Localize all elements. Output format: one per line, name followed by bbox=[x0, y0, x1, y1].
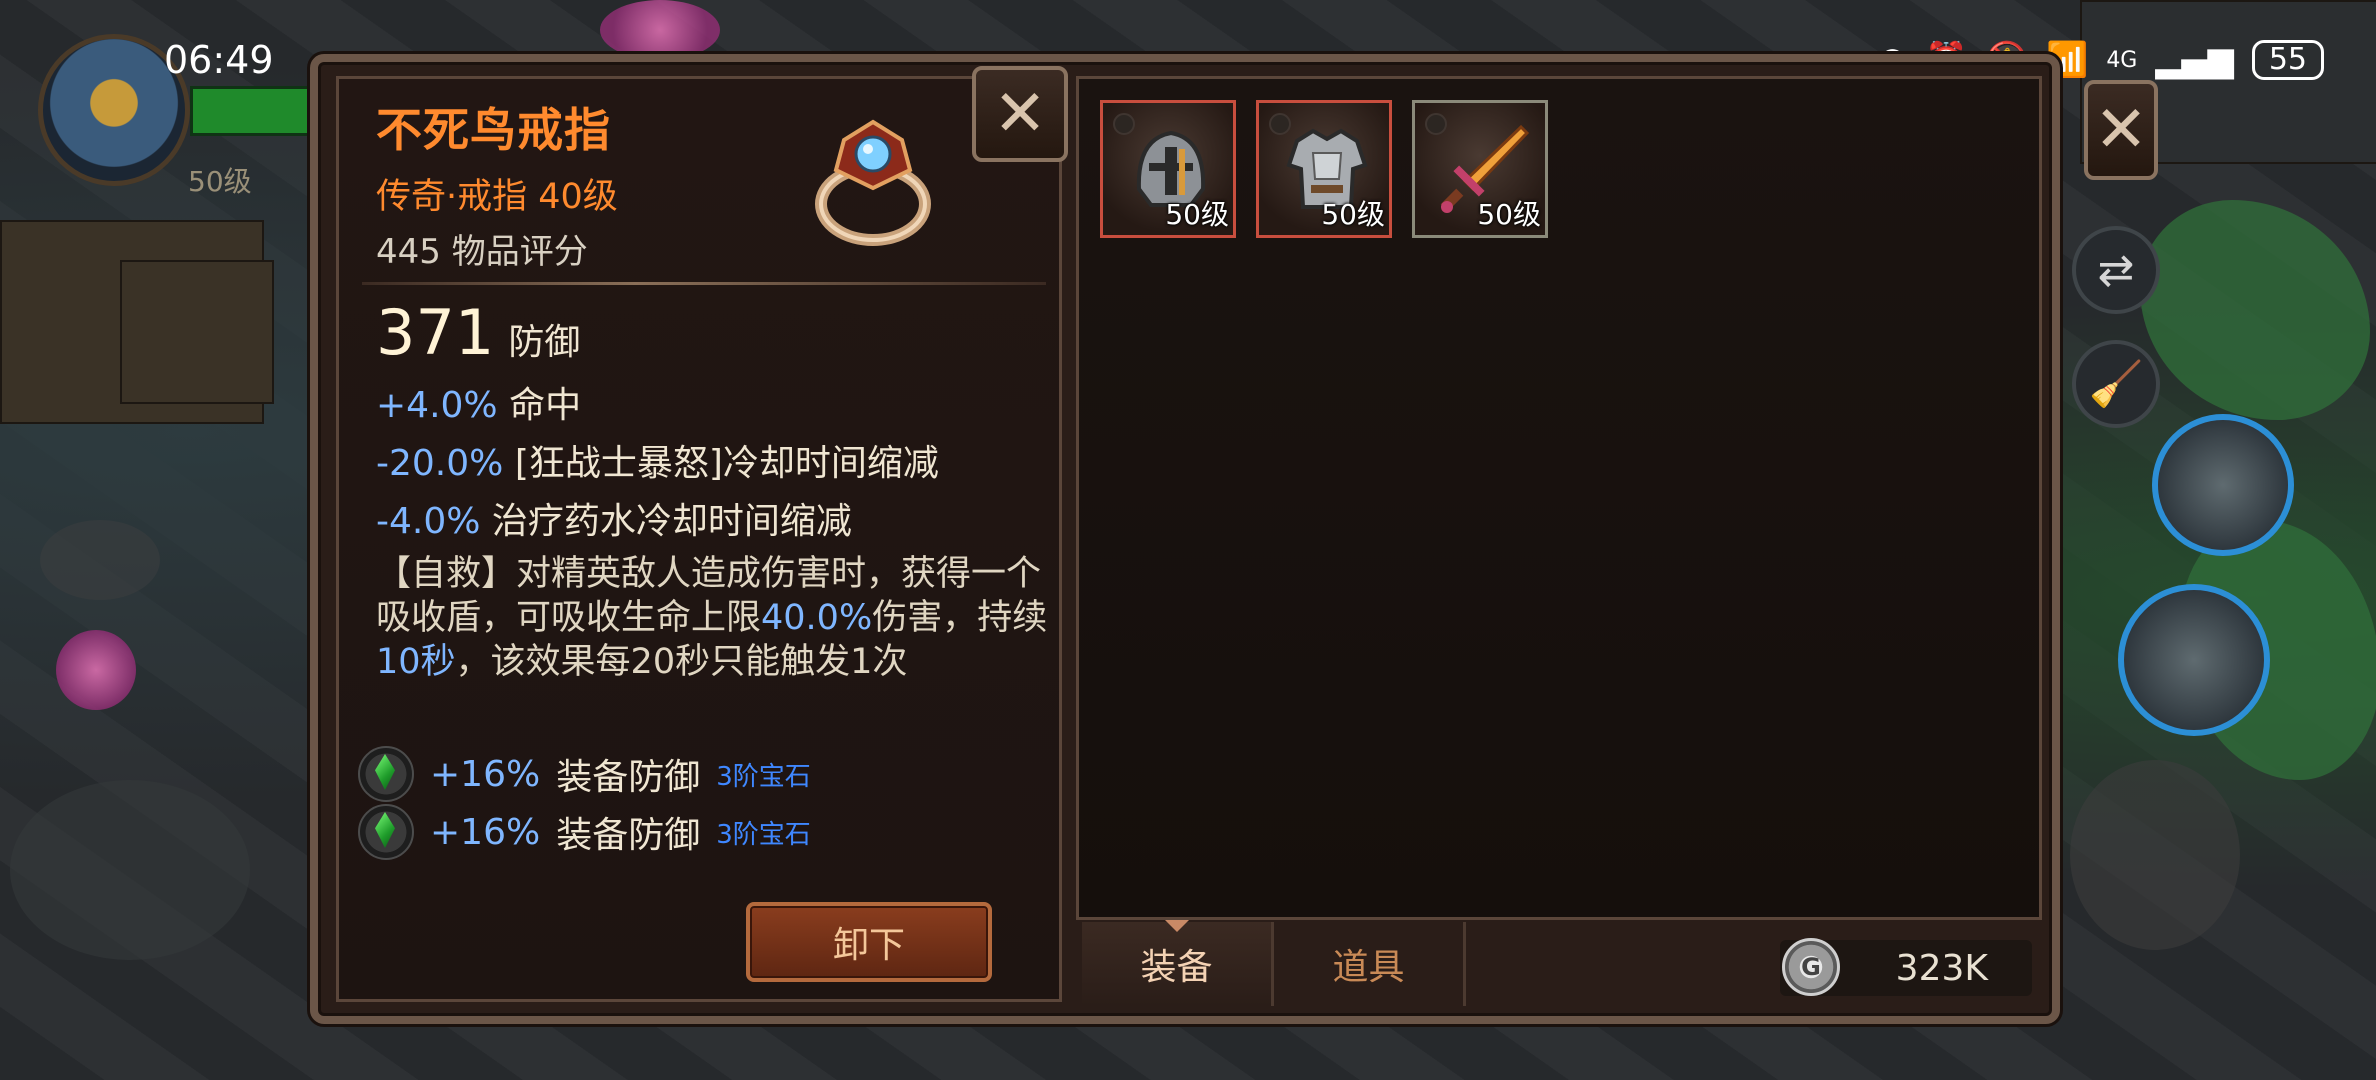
bg-stone bbox=[2070, 760, 2240, 950]
unequip-button[interactable]: 卸下 bbox=[746, 902, 992, 982]
stat-line: -20.0% [狂战士暴怒]冷却时间缩减 bbox=[376, 434, 939, 486]
inventory-slot-helmet[interactable]: 50级 bbox=[1100, 100, 1236, 238]
item-special-effect: 【自救】对精英敌人造成伤害时，获得一个吸收盾，可吸收生命上限40.0%伤害，持续… bbox=[376, 552, 1056, 684]
main-stat: 371 防御 bbox=[376, 296, 580, 369]
battery-indicator: 55 bbox=[2251, 40, 2324, 80]
main-stat-label: 防御 bbox=[508, 322, 581, 363]
tab-items[interactable]: 道具 bbox=[1274, 922, 1466, 1006]
stat-text: [狂战士暴怒]冷却时间缩减 bbox=[514, 443, 939, 484]
gem-icon bbox=[358, 804, 414, 860]
gem-socket-row: +16% 装备防御 3阶宝石 bbox=[358, 804, 811, 860]
stat-value: -20.0% bbox=[376, 443, 504, 484]
sort-button[interactable]: 🧹 bbox=[2072, 340, 2160, 428]
swap-button[interactable]: ⇄ bbox=[2072, 226, 2160, 314]
inventory-slot-armor[interactable]: 50级 bbox=[1256, 100, 1392, 238]
hud-close-button[interactable]: ✕ bbox=[2084, 80, 2158, 180]
stat-line: +4.0% 命中 bbox=[376, 376, 581, 428]
item-name: 不死鸟戒指 bbox=[376, 103, 611, 157]
ring-icon bbox=[815, 119, 931, 246]
bg-stone bbox=[10, 780, 250, 960]
effect-highlight: 10秒 bbox=[376, 642, 456, 682]
broom-icon: 🧹 bbox=[2088, 359, 2144, 410]
item-score: 445 物品评分 bbox=[376, 232, 588, 272]
gem-socket-row: +16% 装备防御 3阶宝石 bbox=[358, 746, 811, 802]
close-icon: ✕ bbox=[993, 77, 1047, 151]
slot-level: 50级 bbox=[1165, 198, 1229, 231]
stat-value: -4.0% bbox=[376, 501, 481, 542]
stat-text: 治疗药水冷却时间缩减 bbox=[491, 501, 852, 542]
stat-value: +4.0% bbox=[376, 385, 498, 426]
player-health-bar bbox=[190, 86, 326, 136]
slot-level: 50级 bbox=[1477, 198, 1541, 231]
gem-value: +16% bbox=[430, 811, 541, 853]
effect-text: ，该效果每20秒只能触发1次 bbox=[455, 642, 908, 682]
effect-text: 伤害，持续 bbox=[872, 598, 1048, 638]
bg-crystal bbox=[600, 0, 720, 60]
swap-icon: ⇄ bbox=[2097, 244, 2135, 296]
inventory-tabs: 装备 道具 bbox=[1082, 920, 1466, 1006]
silver-coin-icon: G bbox=[1782, 938, 1840, 996]
gem-tier: 3阶宝石 bbox=[716, 819, 811, 850]
status-time: 06:49 bbox=[164, 38, 274, 82]
stat-text: 命中 bbox=[509, 385, 582, 426]
main-stat-value: 371 bbox=[376, 296, 495, 369]
gem-tier: 3阶宝石 bbox=[716, 761, 811, 792]
bg-stone bbox=[40, 520, 160, 600]
bg-plant bbox=[2140, 200, 2370, 420]
gem-icon bbox=[358, 746, 414, 802]
inventory-slot-sword[interactable]: 50级 bbox=[1412, 100, 1548, 238]
close-icon: ✕ bbox=[2094, 93, 2148, 167]
item-rarity-type: 传奇·戒指 40级 bbox=[376, 177, 618, 217]
gem-text: 装备防御 bbox=[556, 815, 701, 856]
gem-value: +16% bbox=[430, 753, 541, 795]
detail-divider bbox=[362, 282, 1046, 285]
bg-crystal bbox=[56, 630, 136, 710]
slot-level: 50级 bbox=[1321, 198, 1385, 231]
bg-crate bbox=[120, 260, 274, 404]
gem-text: 装备防御 bbox=[556, 757, 701, 798]
effect-highlight: 40.0% bbox=[761, 598, 873, 638]
signal-label: 4G bbox=[2106, 47, 2138, 73]
stat-line: -4.0% 治疗药水冷却时间缩减 bbox=[376, 492, 852, 544]
tab-equipment[interactable]: 装备 bbox=[1082, 920, 1274, 1006]
signal-icon: ▂▄▆ bbox=[2155, 40, 2234, 80]
skill-button-2[interactable] bbox=[2118, 584, 2270, 736]
skill-button-1[interactable] bbox=[2152, 414, 2294, 556]
detail-close-button[interactable]: ✕ bbox=[972, 66, 1068, 162]
player-level: 50级 bbox=[188, 165, 252, 198]
